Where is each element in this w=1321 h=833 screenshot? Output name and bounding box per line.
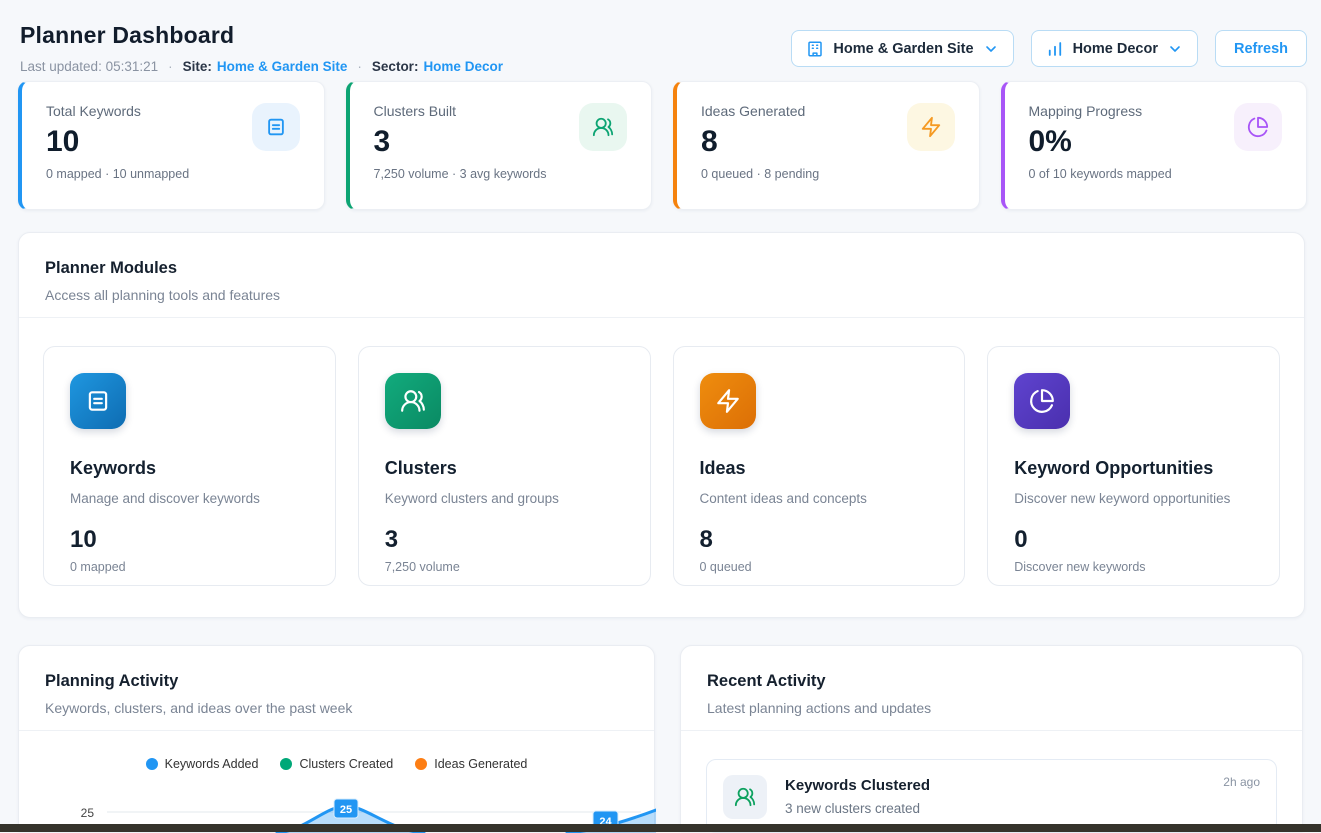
y-axis-tick: 25 bbox=[81, 806, 95, 820]
users-icon bbox=[723, 775, 767, 819]
sector-label: Sector: bbox=[372, 59, 419, 74]
divider bbox=[681, 730, 1302, 731]
sector-selector-dropdown[interactable]: Home Decor bbox=[1031, 30, 1198, 67]
site-link[interactable]: Home & Garden Site bbox=[217, 59, 348, 74]
recent-activity-panel: Recent Activity Latest planning actions … bbox=[680, 645, 1303, 832]
legend-label: Clusters Created bbox=[299, 757, 393, 771]
site-selector-label: Home & Garden Site bbox=[833, 41, 973, 57]
meta-separator: · bbox=[357, 59, 362, 74]
planning-activity-panel: Planning Activity Keywords, clusters, an… bbox=[18, 645, 655, 832]
document-icon bbox=[70, 373, 126, 429]
modules-grid: Keywords Manage and discover keywords 10… bbox=[19, 318, 1304, 614]
legend-label: Ideas Generated bbox=[434, 757, 527, 771]
module-card-clusters[interactable]: Clusters Keyword clusters and groups 3 7… bbox=[358, 346, 651, 586]
legend-dot bbox=[146, 758, 158, 770]
chevron-down-icon bbox=[1167, 41, 1183, 57]
planner-modules-panel: Planner Modules Access all planning tool… bbox=[18, 232, 1305, 618]
module-title: Ideas bbox=[700, 458, 939, 479]
module-title: Keyword Opportunities bbox=[1014, 458, 1253, 479]
module-subtext: Discover new keywords bbox=[1014, 560, 1253, 574]
sector-link[interactable]: Home Decor bbox=[423, 59, 503, 74]
module-title: Clusters bbox=[385, 458, 624, 479]
bottom-edge-strip bbox=[0, 824, 1321, 832]
activity-item-description: 3 new clusters created bbox=[785, 801, 930, 816]
module-value: 8 bbox=[700, 526, 939, 554]
pie-chart-icon bbox=[1234, 103, 1282, 151]
header-meta: Last updated: 05:31:21 · Site: Home & Ga… bbox=[20, 59, 503, 74]
toolbar: Home & Garden Site Home Decor Refresh bbox=[791, 30, 1307, 67]
stat-card-total-keywords: Total Keywords 10 0 mapped · 10 unmapped bbox=[18, 81, 325, 210]
stat-card-mapping-progress: Mapping Progress 0% 0 of 10 keywords map… bbox=[1001, 81, 1308, 210]
legend-dot bbox=[415, 758, 427, 770]
module-value: 10 bbox=[70, 526, 309, 554]
module-subtext: 0 queued bbox=[700, 560, 939, 574]
activity-item-title: Keywords Clustered bbox=[785, 777, 930, 794]
bar-chart-icon bbox=[1046, 40, 1064, 58]
module-title: Keywords bbox=[70, 458, 309, 479]
stat-card-ideas-generated: Ideas Generated 8 0 queued · 8 pending bbox=[673, 81, 980, 210]
stat-subtext: 7,250 volume · 3 avg keywords bbox=[374, 167, 628, 181]
point-label-badge: 25 bbox=[334, 799, 358, 818]
chevron-down-icon bbox=[983, 41, 999, 57]
recent-activity-subtitle: Latest planning actions and updates bbox=[707, 700, 1276, 716]
site-label: Site: bbox=[183, 59, 212, 74]
last-updated-text: Last updated: 05:31:21 bbox=[20, 59, 158, 74]
activity-list-item: Keywords Clustered 3 new clusters create… bbox=[706, 759, 1277, 833]
page-title: Planner Dashboard bbox=[20, 22, 234, 49]
module-subtext: 0 mapped bbox=[70, 560, 309, 574]
module-card-keyword-opportunities[interactable]: Keyword Opportunities Discover new keywo… bbox=[987, 346, 1280, 586]
users-icon bbox=[579, 103, 627, 151]
legend-dot bbox=[280, 758, 292, 770]
legend-item-ideas-generated: Ideas Generated bbox=[415, 757, 527, 771]
planning-activity-subtitle: Keywords, clusters, and ideas over the p… bbox=[45, 700, 628, 716]
modules-section-title: Planner Modules bbox=[45, 259, 1278, 278]
stat-subtext: 0 of 10 keywords mapped bbox=[1029, 167, 1283, 181]
module-description: Content ideas and concepts bbox=[700, 491, 939, 506]
legend-item-clusters-created: Clusters Created bbox=[280, 757, 393, 771]
stat-cards-row: Total Keywords 10 0 mapped · 10 unmapped… bbox=[18, 81, 1307, 210]
divider bbox=[19, 730, 654, 731]
module-card-keywords[interactable]: Keywords Manage and discover keywords 10… bbox=[43, 346, 336, 586]
legend-item-keywords-added: Keywords Added bbox=[146, 757, 259, 771]
stat-subtext: 0 mapped · 10 unmapped bbox=[46, 167, 300, 181]
zap-icon bbox=[700, 373, 756, 429]
document-icon bbox=[252, 103, 300, 151]
users-icon bbox=[385, 373, 441, 429]
planning-activity-title: Planning Activity bbox=[45, 672, 628, 691]
module-description: Discover new keyword opportunities bbox=[1014, 491, 1253, 506]
module-description: Manage and discover keywords bbox=[70, 491, 309, 506]
svg-text:25: 25 bbox=[340, 804, 352, 816]
module-value: 0 bbox=[1014, 526, 1253, 554]
site-selector-dropdown[interactable]: Home & Garden Site bbox=[791, 30, 1013, 67]
stat-subtext: 0 queued · 8 pending bbox=[701, 167, 955, 181]
chart-legend: Keywords Added Clusters Created Ideas Ge… bbox=[19, 757, 654, 771]
module-subtext: 7,250 volume bbox=[385, 560, 624, 574]
legend-label: Keywords Added bbox=[165, 757, 259, 771]
module-value: 3 bbox=[385, 526, 624, 554]
pie-chart-icon bbox=[1014, 373, 1070, 429]
sector-selector-label: Home Decor bbox=[1073, 41, 1158, 57]
meta-separator: · bbox=[168, 59, 173, 74]
zap-icon bbox=[907, 103, 955, 151]
recent-activity-title: Recent Activity bbox=[707, 672, 1276, 691]
activity-item-timestamp: 2h ago bbox=[1223, 775, 1260, 789]
modules-section-subtitle: Access all planning tools and features bbox=[45, 287, 1278, 303]
module-card-ideas[interactable]: Ideas Content ideas and concepts 8 0 que… bbox=[673, 346, 966, 586]
refresh-button[interactable]: Refresh bbox=[1215, 30, 1307, 67]
building-icon bbox=[806, 40, 824, 58]
module-description: Keyword clusters and groups bbox=[385, 491, 624, 506]
stat-card-clusters-built: Clusters Built 3 7,250 volume · 3 avg ke… bbox=[346, 81, 653, 210]
